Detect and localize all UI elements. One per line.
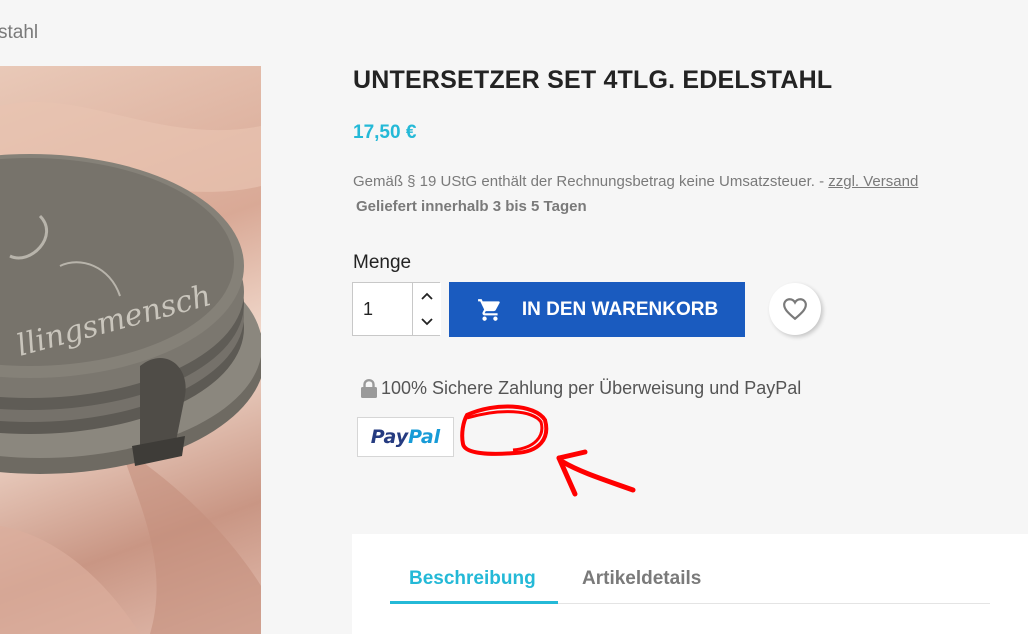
- lock-icon: [361, 378, 377, 398]
- secure-payment-note: 100% Sichere Zahlung per Überweisung und…: [360, 378, 801, 399]
- chevron-down-icon: [421, 318, 433, 326]
- paypal-logo: Pay Pal: [357, 417, 454, 457]
- tax-note-text: Gemäß § 19 UStG enthält der Rechnungsbet…: [353, 173, 829, 190]
- quantity-label: Menge: [353, 252, 412, 273]
- wishlist-button[interactable]: [769, 283, 821, 335]
- quantity-increase-button[interactable]: [412, 283, 441, 310]
- breadcrumb-item[interactable]: stahl: [0, 22, 38, 44]
- chevron-up-icon: [421, 292, 433, 300]
- shipping-link[interactable]: zzgl. Versand: [828, 173, 918, 190]
- paypal-logo-pay: Pay: [370, 426, 409, 448]
- red-annotation: [460, 404, 636, 497]
- paypal-logo-pal: Pal: [408, 426, 441, 448]
- add-to-cart-button[interactable]: IN DEN WARENKORB: [449, 282, 745, 337]
- product-price: 17,50 €: [353, 122, 417, 143]
- add-to-cart-label: IN DEN WARENKORB: [521, 298, 719, 320]
- product-tabs: Beschreibung Artikeldetails: [352, 534, 1028, 634]
- secure-payment-text: 100% Sichere Zahlung per Überweisung und…: [381, 378, 802, 398]
- tax-note: Gemäß § 19 UStG enthält der Rechnungsbet…: [353, 173, 918, 190]
- delivery-time: Geliefert innerhalb 3 bis 5 Tagen: [356, 198, 587, 215]
- quantity-decrease-button[interactable]: [412, 309, 441, 335]
- product-title: UNTERSETZER SET 4TLG. EDELSTAHL: [353, 66, 833, 94]
- tab-article-details[interactable]: Artikeldetails: [582, 568, 701, 590]
- quantity-input[interactable]: [353, 283, 411, 335]
- shopping-cart-icon: [477, 298, 500, 321]
- heart-icon: [783, 298, 807, 321]
- tab-active-indicator: [390, 601, 558, 604]
- product-image[interactable]: llingsmensch: [0, 66, 261, 634]
- tab-description[interactable]: Beschreibung: [409, 568, 536, 590]
- quantity-stepper: [352, 282, 441, 336]
